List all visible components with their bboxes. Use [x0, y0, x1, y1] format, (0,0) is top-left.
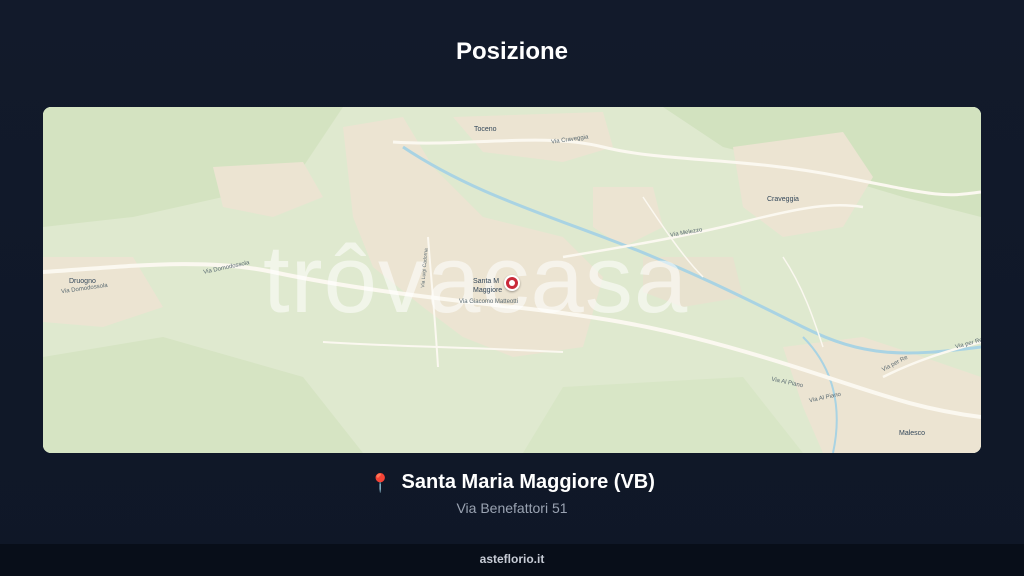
street-label-via-giacomo-matteotti: Via Giacomo Matteotti: [459, 299, 518, 305]
place-label-toceno: Toceno: [474, 126, 497, 133]
place-label-malesco: Malesco: [899, 430, 926, 437]
place-label-santa-maria-2: Maggiore: [473, 287, 503, 294]
location-heading: 📍 Santa Maria Maggiore (VB): [0, 471, 1024, 494]
location-address: Via Benefattori 51: [456, 500, 568, 516]
page-title: Posizione: [455, 38, 569, 65]
map-pin-icon: 📍: [369, 472, 392, 493]
location-name: Santa Maria Maggiore (VB): [401, 471, 655, 493]
location-marker-icon[interactable]: [504, 275, 520, 291]
place-label-santa-maria-1: Santa M: [473, 278, 500, 285]
location-map[interactable]: trôvacasa Toceno Craveggia Druogno Santa…: [43, 107, 981, 453]
footer-brand[interactable]: asteflorio.it: [0, 544, 1024, 576]
place-label-craveggia: Craveggia: [767, 196, 799, 203]
